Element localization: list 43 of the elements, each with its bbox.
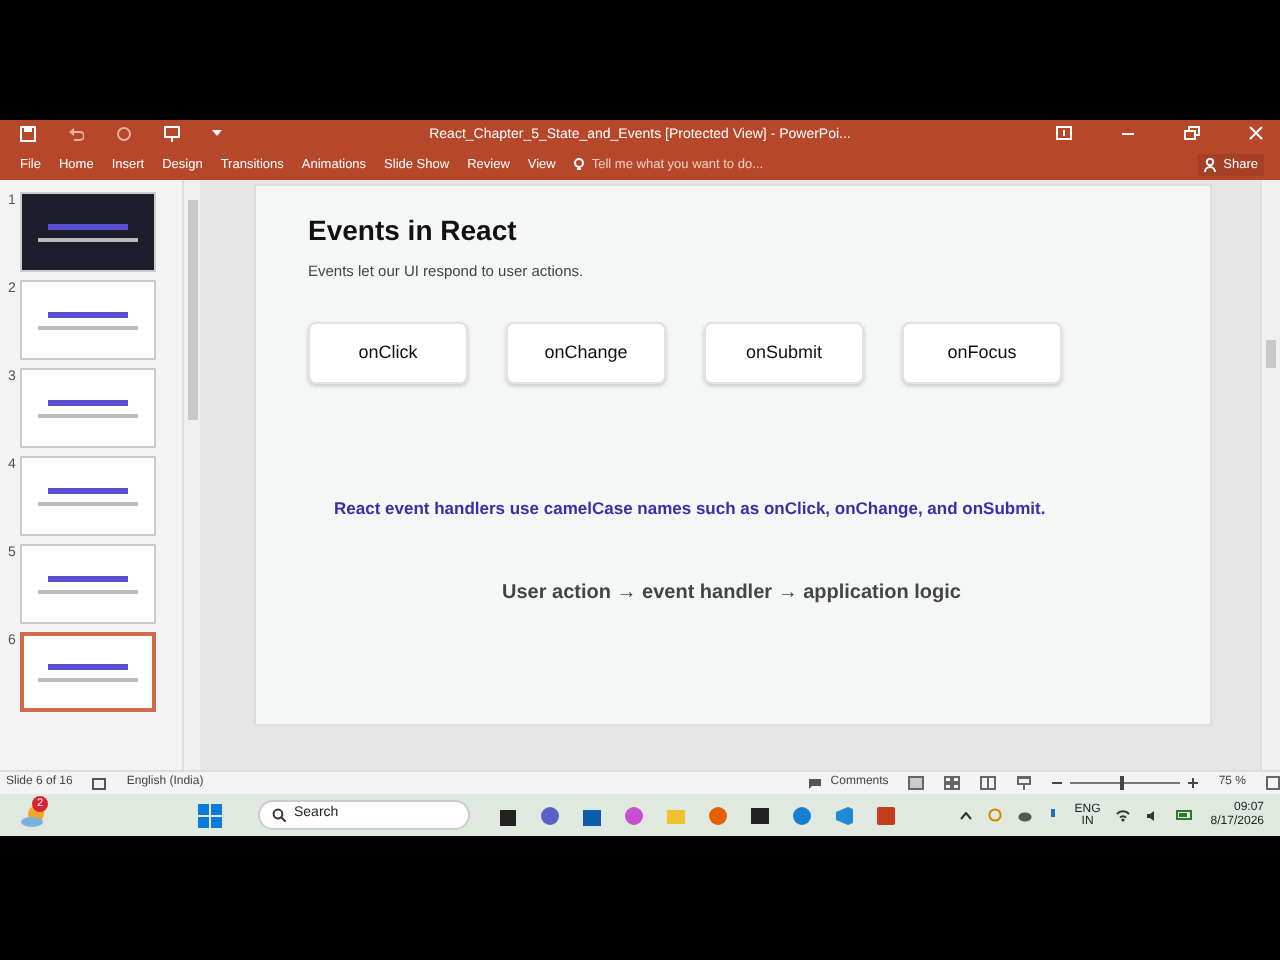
dropdown-caret-icon[interactable] — [212, 130, 222, 138]
slider-thumb[interactable] — [1120, 776, 1125, 790]
slide-sorter-icon[interactable] — [944, 776, 961, 790]
spelling-icon — [92, 777, 107, 789]
wifi-icon[interactable] — [1116, 809, 1131, 821]
event-card: onClick — [308, 322, 468, 385]
scroll-bar[interactable] — [1260, 180, 1280, 770]
slide-thumbnail[interactable] — [19, 544, 156, 624]
slide-thumbnail[interactable] — [19, 280, 156, 360]
lightbulb-icon — [573, 158, 584, 172]
zoom-out-icon[interactable] — [1052, 778, 1063, 788]
person-icon — [1203, 158, 1216, 172]
slide-thumbnail[interactable] — [19, 456, 156, 536]
zoom-in-icon[interactable] — [1188, 778, 1199, 788]
chevron-up-icon[interactable] — [960, 811, 973, 819]
normal-view-icon[interactable] — [908, 776, 925, 790]
slide-title: Events in React — [308, 214, 519, 248]
scroll-bar[interactable] — [182, 180, 200, 770]
code-editor-icon[interactable] — [834, 805, 854, 825]
save-icon[interactable] — [20, 126, 36, 142]
close-icon[interactable] — [1248, 126, 1264, 140]
task-view-icon[interactable] — [498, 805, 518, 825]
flow-text: User action → event handler → application logic — [502, 579, 963, 608]
undo-icon[interactable] — [68, 126, 84, 142]
event-card: onChange — [506, 322, 666, 385]
slide-thumbnail[interactable] — [19, 192, 156, 272]
powerpoint-icon[interactable] — [876, 805, 896, 825]
presenter-icon[interactable] — [164, 126, 180, 142]
slideshow-icon[interactable] — [1016, 776, 1033, 790]
restore-icon[interactable] — [1184, 126, 1200, 140]
slide-thumbnail[interactable] — [19, 368, 156, 448]
windows-logo-icon[interactable] — [198, 803, 222, 827]
reading-view-icon[interactable] — [980, 776, 997, 790]
comment-icon — [808, 777, 823, 789]
event-card: onFocus — [902, 322, 1062, 385]
ribbon-display-icon[interactable] — [1056, 126, 1072, 140]
note-text: React event handlers use camelCase names such as onClick, onChange, and onSubmit. — [334, 496, 1048, 522]
search-icon — [272, 808, 286, 822]
slide-thumbnail[interactable] — [19, 632, 156, 712]
fit-slide-icon[interactable] — [1266, 776, 1280, 790]
event-card: onSubmit — [704, 322, 864, 385]
terminal-icon[interactable] — [750, 805, 770, 825]
battery-icon[interactable] — [1176, 810, 1195, 820]
